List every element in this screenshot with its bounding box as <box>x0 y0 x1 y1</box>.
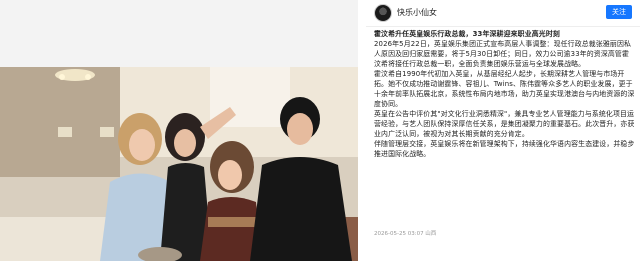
post-paragraph: 霍汶希自1990年代初加入英皇，从基层经纪人起步，长期深耕艺人管理与市场开拓。她… <box>374 70 635 108</box>
divider <box>366 26 640 27</box>
post-paragraph: 2026年5月22日，英皇娱乐集团正式宣布高层人事调整：现任行政总裁张雅丽因私人… <box>374 40 632 68</box>
post-headline: 霍汶希升任英皇娱乐行政总裁，33年深耕迎来职业高光时刻 <box>374 30 560 38</box>
post-content: 霍汶希升任英皇娱乐行政总裁，33年深耕迎来职业高光时刻 2026年5月22日，英… <box>374 29 636 229</box>
author-name[interactable]: 快乐小仙女 <box>397 7 437 18</box>
post-photo[interactable] <box>0 67 358 261</box>
post-panel: 快乐小仙女 关注 霍汶希升任英皇娱乐行政总裁，33年深耕迎来职业高光时刻 202… <box>366 0 640 261</box>
post-paragraph: 伴随管理层交接，英皇娱乐将在新管理架构下，持续强化华语内容生态建设，并稳步推进国… <box>374 140 635 158</box>
avatar[interactable] <box>374 4 392 22</box>
post-paragraph: 英皇在公告中评价其"对文化行业洞悉精深"，兼具专业艺人管理能力与系统化项目运营经… <box>374 110 635 138</box>
follow-button[interactable]: 关注 <box>606 5 632 19</box>
post-timestamp: 2026-05-25 03:07 山西 <box>374 231 437 237</box>
image-viewer <box>0 0 358 261</box>
author-row: 快乐小仙女 关注 <box>370 2 638 24</box>
